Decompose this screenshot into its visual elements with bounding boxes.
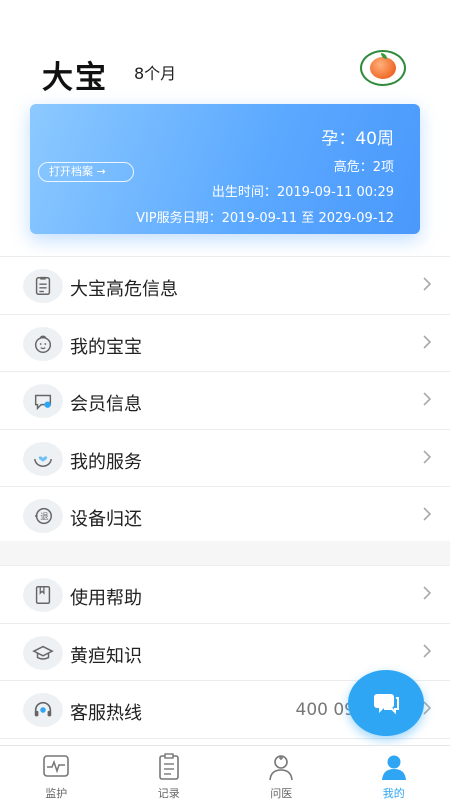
graduation-cap-icon [23,635,63,670]
tab-label: 我的 [382,787,405,800]
menu-item-label: 设备归还 [70,509,142,530]
clipboard-icon [23,269,63,303]
tab-label: 监护 [45,787,68,800]
avatar[interactable] [360,50,406,86]
chevron-right-icon [423,643,432,658]
pregnancy-weeks: 孕：40周 [321,129,394,149]
chevron-right-icon [423,392,432,406]
menu-item-label: 大宝高危信息 [70,279,178,300]
profile-header: 大宝 8个月 [0,0,450,100]
baby-name: 大宝 [42,60,108,96]
chat-icon [374,694,399,715]
vip-service-period: VIP服务日期：2019-09-11 至 2029-09-12 [136,211,394,226]
chevron-right-icon [423,334,432,349]
menu-group-primary: 大宝高危信息 我的宝宝 会员信息 我的服务 退 设备归还 [0,256,450,545]
open-record-button[interactable]: 打开档案 → [38,162,134,182]
menu-item-label: 我的服务 [70,451,142,473]
menu-item-label: 黄疸知识 [70,645,142,667]
headset-icon [23,693,63,727]
doctor-icon [269,755,294,781]
menu-item-label: 会员信息 [70,394,142,415]
tab-record[interactable]: 记录 [113,746,226,800]
peach-avatar-icon [370,53,396,79]
menu-item-label: 我的宝宝 [70,336,142,358]
return-icon: 退 [23,499,63,533]
menu-item-member-info[interactable]: 会员信息 [0,372,450,430]
book-icon [23,578,63,612]
section-divider [0,541,450,565]
tab-label: 问医 [270,787,293,800]
record-icon [158,753,179,780]
menu-item-my-services[interactable]: 我的服务 [0,430,450,487]
birth-time: 出生时间：2019-09-11 00:29 [211,185,394,200]
baby-info-card[interactable]: 孕：40周 打开档案 → 高危：2项 出生时间：2019-09-11 00:29… [30,104,420,234]
user-icon [381,755,406,780]
tab-ask-doctor[interactable]: 问医 [225,746,338,800]
svg-text:退: 退 [40,512,48,522]
tab-mine[interactable]: 我的 [338,746,450,800]
chat-fab-button[interactable] [348,670,424,736]
bottom-tab-bar: 监护 记录 问医 我的 [0,745,450,800]
menu-item-device-return[interactable]: 退 设备归还 [0,487,450,545]
chevron-right-icon [423,586,432,600]
menu-item-label: 客服热线 [70,703,142,724]
menu-item-help[interactable]: 使用帮助 [0,566,450,624]
tab-label: 记录 [157,787,180,800]
baby-face-icon [23,326,63,361]
hands-heart-icon [23,441,63,476]
monitor-icon [43,755,70,777]
tab-monitor[interactable]: 监护 [0,746,113,800]
chevron-right-icon [423,507,432,521]
high-risk-count: 高危：2项 [333,160,394,175]
menu-item-high-risk[interactable]: 大宝高危信息 [0,257,450,315]
menu-item-label: 使用帮助 [70,588,142,609]
chevron-right-icon [423,449,432,464]
hotline-number: 400 09 [295,700,355,720]
chat-bubble-icon [23,384,63,418]
chevron-right-icon [423,277,432,291]
baby-age: 8个月 [134,64,177,83]
menu-item-my-baby[interactable]: 我的宝宝 [0,315,450,372]
